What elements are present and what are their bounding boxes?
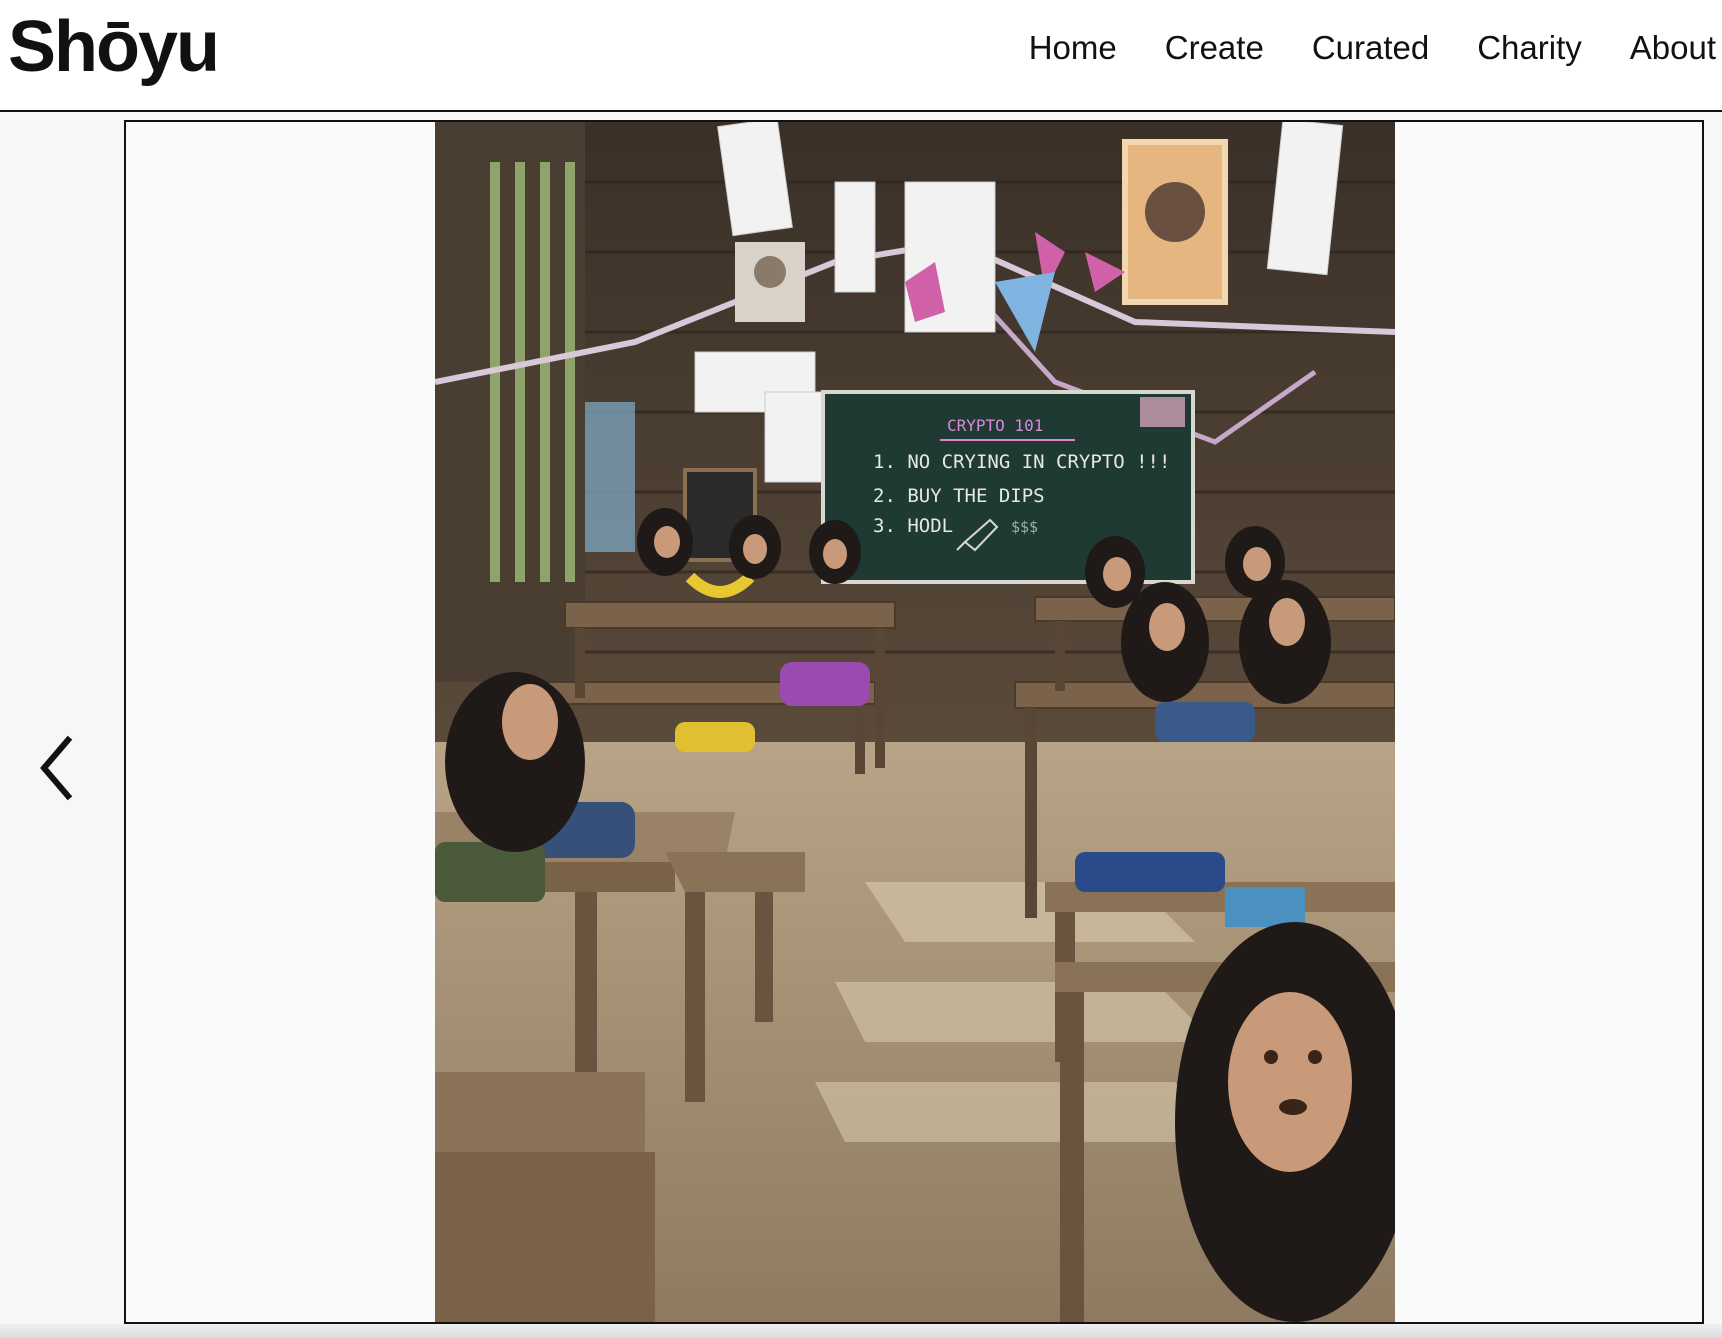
nav-charity[interactable]: Charity (1477, 26, 1582, 70)
nav-curated[interactable]: Curated (1312, 26, 1429, 70)
nav-about[interactable]: About (1630, 26, 1716, 70)
artwork-frame: CRYPTO 101 1. NO CRYING IN CRYPTO !!! 2.… (124, 120, 1704, 1324)
nav-home[interactable]: Home (1029, 26, 1117, 70)
artwork-image: CRYPTO 101 1. NO CRYING IN CRYPTO !!! 2.… (435, 122, 1395, 1322)
page-footer-edge (0, 1324, 1722, 1338)
chalkboard-title: CRYPTO 101 (947, 416, 1043, 435)
main-nav: Home Create Curated Charity About (1029, 26, 1716, 70)
chalkboard-line-1: 1. NO CRYING IN CRYPTO !!! (873, 451, 1170, 473)
chalkboard-money: $$$ (1011, 518, 1038, 536)
site-header: Shōyu Home Create Curated Charity About (0, 0, 1722, 112)
previous-button[interactable] (34, 728, 86, 808)
chevron-left-icon (40, 735, 73, 801)
nav-create[interactable]: Create (1165, 26, 1264, 70)
chalkboard-line-3: 3. HODL (873, 515, 953, 537)
chalkboard-line-2: 2. BUY THE DIPS (873, 485, 1045, 507)
site-logo[interactable]: Shōyu (8, 4, 220, 90)
